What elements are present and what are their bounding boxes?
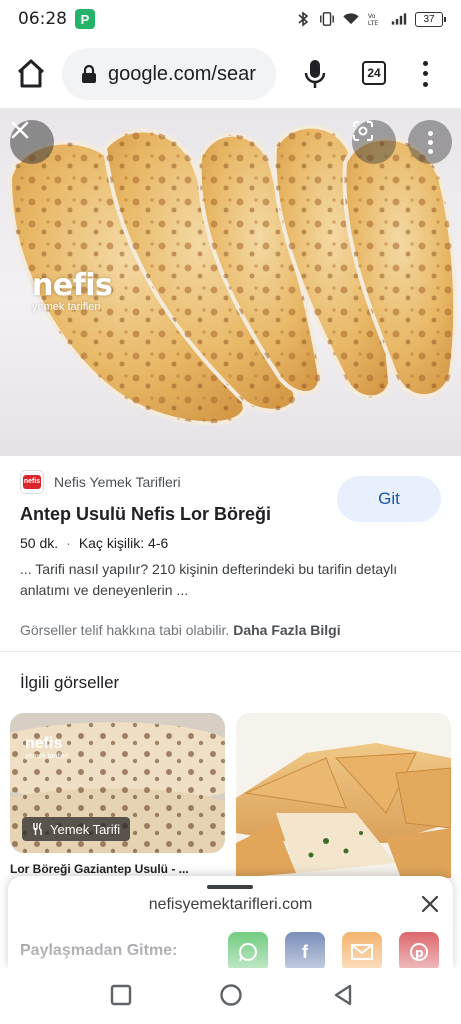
sheet-close-icon[interactable] <box>419 893 441 915</box>
signal-icon <box>391 11 407 27</box>
visit-button[interactable]: Git <box>337 476 441 522</box>
vibrate-icon <box>319 11 335 27</box>
source-row[interactable]: nefis Nefis Yemek Tarifleri <box>20 470 181 494</box>
hero-watermark: nefis yemek tarifleri <box>32 268 113 313</box>
home-nav-icon[interactable] <box>218 982 244 1008</box>
more-options-icon[interactable] <box>408 120 452 164</box>
lock-icon <box>80 64 98 84</box>
card-watermark-brand: nefis <box>25 735 63 752</box>
favicon-text: nefis <box>23 475 41 489</box>
card-watermark-sub: yemek tarifleri <box>25 753 69 760</box>
related-image-card[interactable]: nefis yemek tarifleri Yemek Tarifi <box>10 713 225 853</box>
svg-text:p: p <box>415 946 424 960</box>
related-images-heading: İlgili görseller <box>20 673 120 692</box>
back-icon[interactable] <box>330 982 356 1008</box>
card-watermark: nefis yemek tarifleri <box>25 735 69 760</box>
close-icon[interactable] <box>10 120 54 164</box>
watermark-subtitle: yemek tarifleri <box>32 301 101 313</box>
whatsapp-icon[interactable] <box>228 932 268 970</box>
tab-switcher-button[interactable]: 24 <box>362 61 386 85</box>
share-label: Paylaşmadan Gitme: <box>20 942 178 959</box>
battery-icon: 37 <box>415 11 446 27</box>
home-icon[interactable] <box>14 58 48 90</box>
wifi-icon <box>343 11 359 27</box>
lens-icon[interactable] <box>352 120 396 164</box>
fork-knife-icon <box>33 822 42 835</box>
app-notification-icon: P <box>75 9 95 29</box>
browser-menu-icon[interactable] <box>418 58 432 90</box>
result-meta: 50 dk. · Kaç kişilik: 4-6 <box>20 535 168 551</box>
recipe-badge: Yemek Tarifi <box>22 817 131 841</box>
svg-text:Vo: Vo <box>368 13 376 20</box>
address-bar[interactable]: google.com/sear <box>62 48 276 100</box>
pinterest-icon[interactable]: p <box>399 932 439 970</box>
more-info-link[interactable]: Daha Fazla Bilgi <box>233 622 340 638</box>
sheet-domain: nefisyemektarifleri.com <box>148 896 313 913</box>
status-time: 06:28 <box>18 9 67 29</box>
hero-image[interactable]: nefis yemek tarifleri <box>0 108 461 456</box>
facebook-icon[interactable]: f <box>285 932 325 970</box>
source-name: Nefis Yemek Tarifleri <box>54 474 181 490</box>
related-image-caption[interactable]: Lor Böreği Gaziantep Usulü - ... <box>10 862 225 876</box>
mail-icon[interactable] <box>342 932 382 970</box>
recents-icon[interactable] <box>108 982 134 1008</box>
cook-duration: 50 dk. <box>20 535 59 551</box>
site-favicon-icon: nefis <box>20 470 44 494</box>
bluetooth-icon <box>295 11 311 27</box>
copyright-notice: Görseller telif hakkına tabi olabilir. D… <box>20 622 341 638</box>
related-image-card-2[interactable] <box>236 713 451 878</box>
copyright-text: Görseller telif hakkına tabi olabilir. <box>20 622 230 638</box>
watermark-brand: nefis <box>32 268 113 303</box>
divider <box>0 651 461 652</box>
status-bar: 06:28 P Vo LTE 37 <box>0 0 461 38</box>
url-text: google.com/sear <box>108 62 256 85</box>
result-description: ... Tarifi nasıl yapılır? 210 kişinin de… <box>20 561 398 598</box>
microphone-icon[interactable] <box>300 58 330 90</box>
meta-separator: · <box>66 535 71 551</box>
result-title[interactable]: Antep Usulü Nefis Lor Böreği <box>20 504 271 525</box>
system-nav-bar <box>0 968 461 1024</box>
svg-text:LTE: LTE <box>368 20 378 27</box>
sheet-drag-handle[interactable] <box>207 885 253 889</box>
pastry-illustration <box>236 713 451 878</box>
servings: Kaç kişilik: 4-6 <box>78 535 169 551</box>
recipe-badge-label: Yemek Tarifi <box>50 821 121 837</box>
browser-toolbar: google.com/sear 24 <box>0 44 461 104</box>
volte-icon: Vo LTE <box>367 11 383 27</box>
link-preview-sheet: nefisyemektarifleri.com Paylaşmadan Gitm… <box>8 876 453 970</box>
